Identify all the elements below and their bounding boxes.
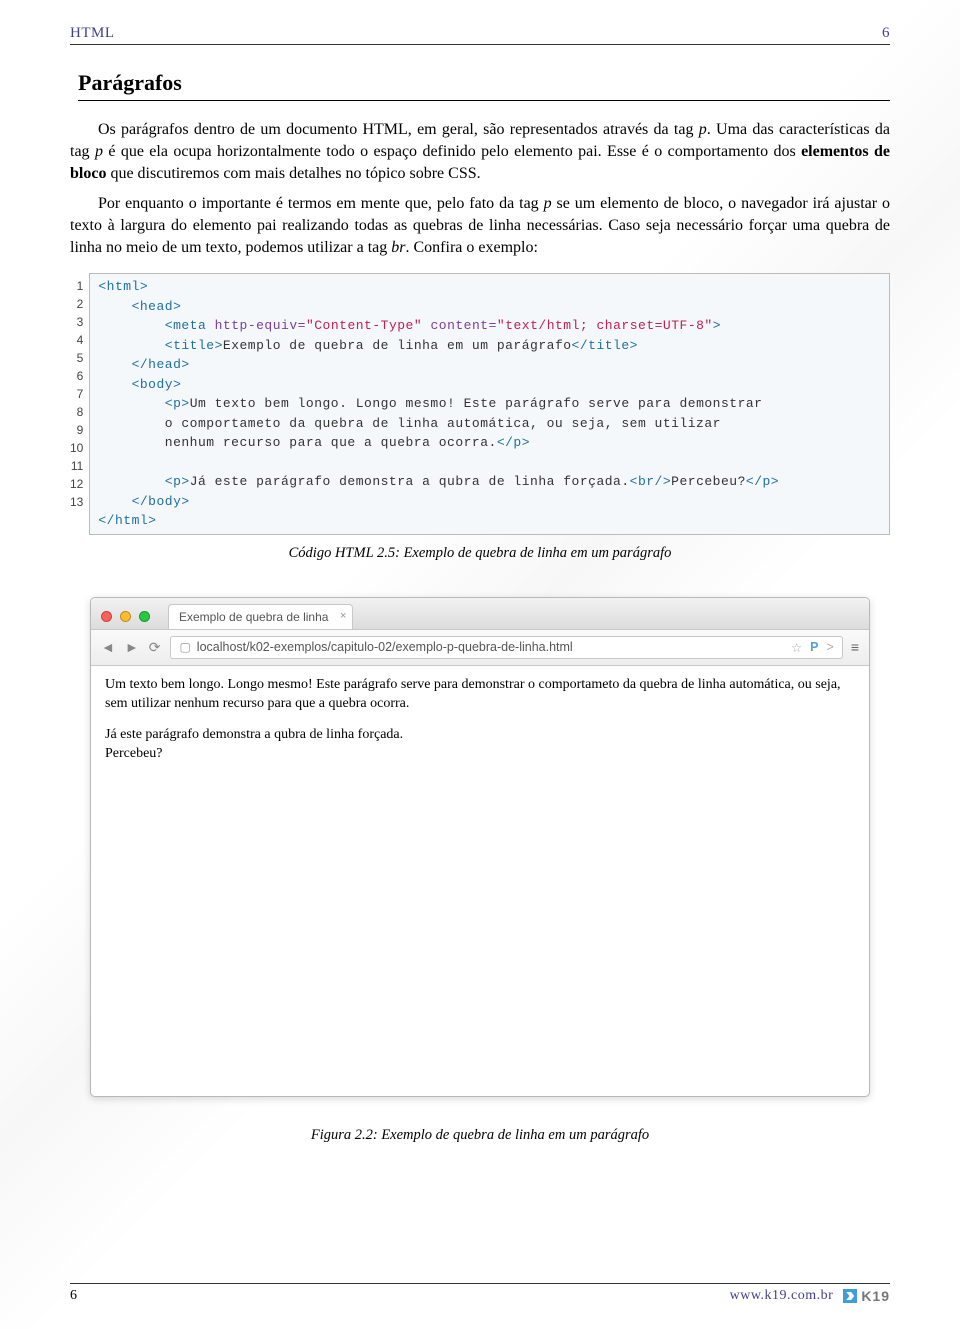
back-icon[interactable]: ◄ bbox=[101, 639, 117, 655]
text-run: Percebeu? bbox=[105, 746, 163, 761]
browser-viewport: Um texto bem longo. Longo mesmo! Este pa… bbox=[91, 666, 869, 1096]
text-run: é que ela ocupa horizontalmente todo o e… bbox=[103, 143, 801, 160]
body-paragraph-2: Por enquanto o importante é termos em me… bbox=[70, 193, 890, 259]
running-header: HTML 6 bbox=[70, 25, 890, 45]
text-run: Por enquanto o importante é termos em me… bbox=[98, 195, 544, 212]
code-caption: Código HTML 2.5: Exemplo de quebra de li… bbox=[70, 545, 890, 562]
page-footer: 6 www.k19.com.br K19 bbox=[70, 1283, 890, 1304]
text-run: que discutiremos com mais detalhes no tó… bbox=[106, 165, 480, 182]
code-content: <html> <head> <meta http-equiv="Content-… bbox=[89, 273, 890, 535]
inline-tag-br: br bbox=[391, 239, 405, 256]
page-icon: ▢ bbox=[179, 640, 190, 654]
code-listing: 12345678910111213 <html> <head> <meta ht… bbox=[70, 273, 890, 535]
url-bar[interactable]: ▢ localhost/k02-exemplos/capitulo-02/exe… bbox=[170, 636, 842, 659]
text-run: Já este parágrafo demonstra a qubra de l… bbox=[105, 727, 403, 742]
inline-tag-p: p bbox=[544, 195, 552, 212]
chevron-right-icon[interactable]: > bbox=[827, 640, 834, 655]
forward-icon[interactable]: ► bbox=[125, 639, 141, 655]
rendered-paragraph-2: Já este parágrafo demonstra a qubra de l… bbox=[105, 726, 855, 764]
star-icon[interactable]: ☆ bbox=[791, 640, 802, 655]
section-heading: Parágrafos bbox=[78, 70, 890, 101]
close-icon[interactable]: × bbox=[340, 610, 346, 622]
k19-logo: K19 bbox=[843, 1288, 890, 1304]
k19-logo-icon bbox=[843, 1289, 857, 1303]
text-run: . Confira o exemplo: bbox=[406, 239, 538, 256]
browser-titlebar: Exemplo de quebra de linha × bbox=[91, 598, 869, 630]
tab-title: Exemplo de quebra de linha bbox=[179, 610, 328, 624]
rendered-paragraph-1: Um texto bem longo. Longo mesmo! Este pa… bbox=[105, 676, 855, 714]
footer-page-number: 6 bbox=[70, 1288, 77, 1304]
window-minimize-icon[interactable] bbox=[120, 611, 131, 622]
body-paragraph-1: Os parágrafos dentro de um documento HTM… bbox=[70, 119, 890, 185]
window-zoom-icon[interactable] bbox=[139, 611, 150, 622]
browser-screenshot: Exemplo de quebra de linha × ◄ ► ⟳ ▢ loc… bbox=[90, 597, 870, 1097]
url-text: localhost/k02-exemplos/capitulo-02/exemp… bbox=[197, 640, 573, 654]
menu-icon[interactable]: ≡ bbox=[851, 639, 859, 655]
p-icon[interactable]: P bbox=[810, 640, 818, 655]
inline-tag-p: p bbox=[699, 121, 707, 138]
header-left: HTML bbox=[70, 25, 115, 42]
k19-logo-text: K19 bbox=[861, 1288, 890, 1304]
window-close-icon[interactable] bbox=[101, 611, 112, 622]
browser-tab[interactable]: Exemplo de quebra de linha × bbox=[168, 604, 353, 629]
inline-tag-p: p bbox=[95, 143, 103, 160]
reload-icon[interactable]: ⟳ bbox=[149, 639, 163, 656]
code-line-numbers: 12345678910111213 bbox=[70, 273, 89, 535]
header-right-page: 6 bbox=[882, 25, 890, 42]
text-run: Os parágrafos dentro de um documento HTM… bbox=[98, 121, 699, 138]
browser-toolbar: ◄ ► ⟳ ▢ localhost/k02-exemplos/capitulo-… bbox=[91, 630, 869, 666]
figure-caption: Figura 2.2: Exemplo de quebra de linha e… bbox=[70, 1127, 890, 1144]
footer-site-url: www.k19.com.br bbox=[730, 1288, 834, 1304]
